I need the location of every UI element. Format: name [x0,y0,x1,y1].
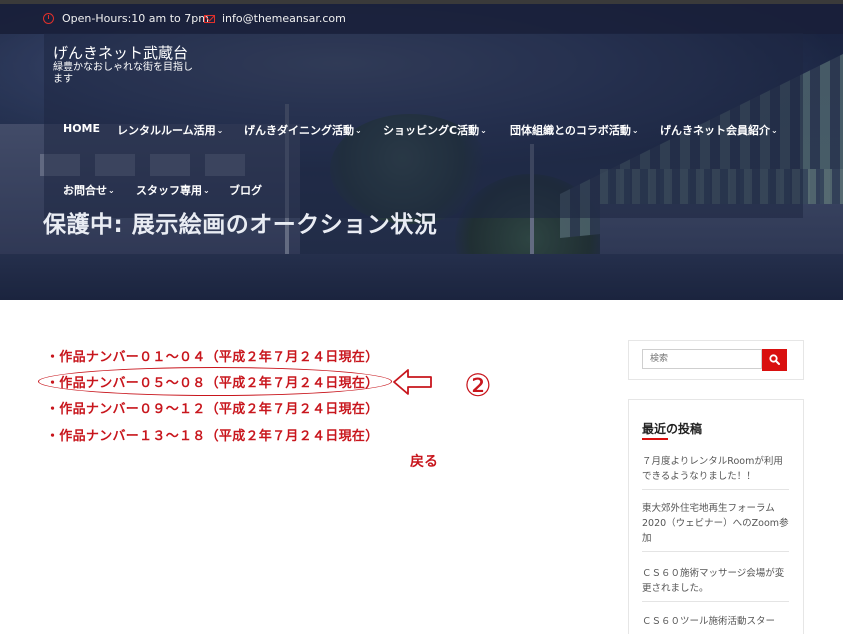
divider [642,601,789,602]
search-icon [769,354,780,365]
chevron-down-icon: ⌄ [203,186,210,195]
divider [642,551,789,552]
open-hours: Open-Hours:10 am to 7pm [43,12,209,25]
recent-posts-widget: 最近の投稿 ７月度よりレンタルRoomが利用できるようなりました！！ 東大郊外住… [628,399,804,634]
search-button[interactable] [762,349,787,371]
page: Open-Hours:10 am to 7pm info@themeansar.… [0,0,843,634]
nav-shopping-c[interactable]: ショッピングC活動⌄ [383,122,487,138]
nav-rental-room[interactable]: レンタルルーム活用⌄ [117,122,223,138]
recent-post-link[interactable]: ７月度よりレンタルRoomが利用できるようなりました！！ [642,454,789,484]
nav-genki-dining[interactable]: げんきダイニング活動⌄ [244,122,362,138]
title-underline [642,438,668,440]
site-title[interactable]: げんきネット武蔵台 [53,42,188,63]
highlight-ellipse [38,367,392,396]
nav-collab[interactable]: 団体組織とのコラボ活動⌄ [510,122,639,138]
nav-blog[interactable]: ブログ [229,182,262,198]
search-widget [628,340,804,380]
back-link[interactable]: 戻る [410,451,438,471]
recent-post-link[interactable]: ＣＳ６０施術マッサージ会場が変更されました。 [642,566,789,596]
mail-icon [204,14,215,23]
contact-email[interactable]: info@themeansar.com [204,12,346,25]
artwork-link-09-12[interactable]: ・作品ナンバー０９～１２（平成２年７月２４日現在） [46,398,379,417]
top-info-bar: Open-Hours:10 am to 7pm info@themeansar.… [0,4,843,34]
chevron-down-icon: ⌄ [771,126,778,135]
recent-post-link[interactable]: 東大郊外住宅地再生フォーラム2020（ウェビナー）へのZoom参加 [642,501,789,546]
nav-members[interactable]: げんきネット会員紹介⌄ [660,122,778,138]
arrow-left-icon [393,369,432,395]
recent-post-link[interactable]: ＣＳ６０ツール施術活動スター [642,614,789,629]
divider [642,489,789,490]
contact-email-text[interactable]: info@themeansar.com [222,12,346,25]
page-title: 保護中: 展示絵画のオークション状況 [43,212,438,238]
open-hours-text: Open-Hours:10 am to 7pm [62,12,209,25]
annotation-number: ② [464,368,492,404]
search-input[interactable] [642,349,762,369]
chevron-down-icon: ⌄ [216,126,224,135]
artwork-link-01-04[interactable]: ・作品ナンバー０１～０４（平成２年７月２４日現在） [46,346,379,365]
clock-icon [43,13,54,24]
nav-staff[interactable]: スタッフ専用⌄ [136,182,210,198]
chevron-down-icon: ⌄ [480,126,487,135]
chevron-down-icon: ⌄ [355,126,362,135]
artwork-link-13-18[interactable]: ・作品ナンバー１３～１８（平成２年７月２４日現在） [46,425,379,444]
chevron-down-icon: ⌄ [108,186,115,195]
recent-posts-title: 最近の投稿 [642,422,703,436]
nav-home[interactable]: HOME [63,122,100,135]
nav-contact[interactable]: お問合せ⌄ [63,182,115,198]
chevron-down-icon: ⌄ [631,126,639,135]
site-description: 緑豊かなおしゃれな街を目指します [53,62,193,85]
